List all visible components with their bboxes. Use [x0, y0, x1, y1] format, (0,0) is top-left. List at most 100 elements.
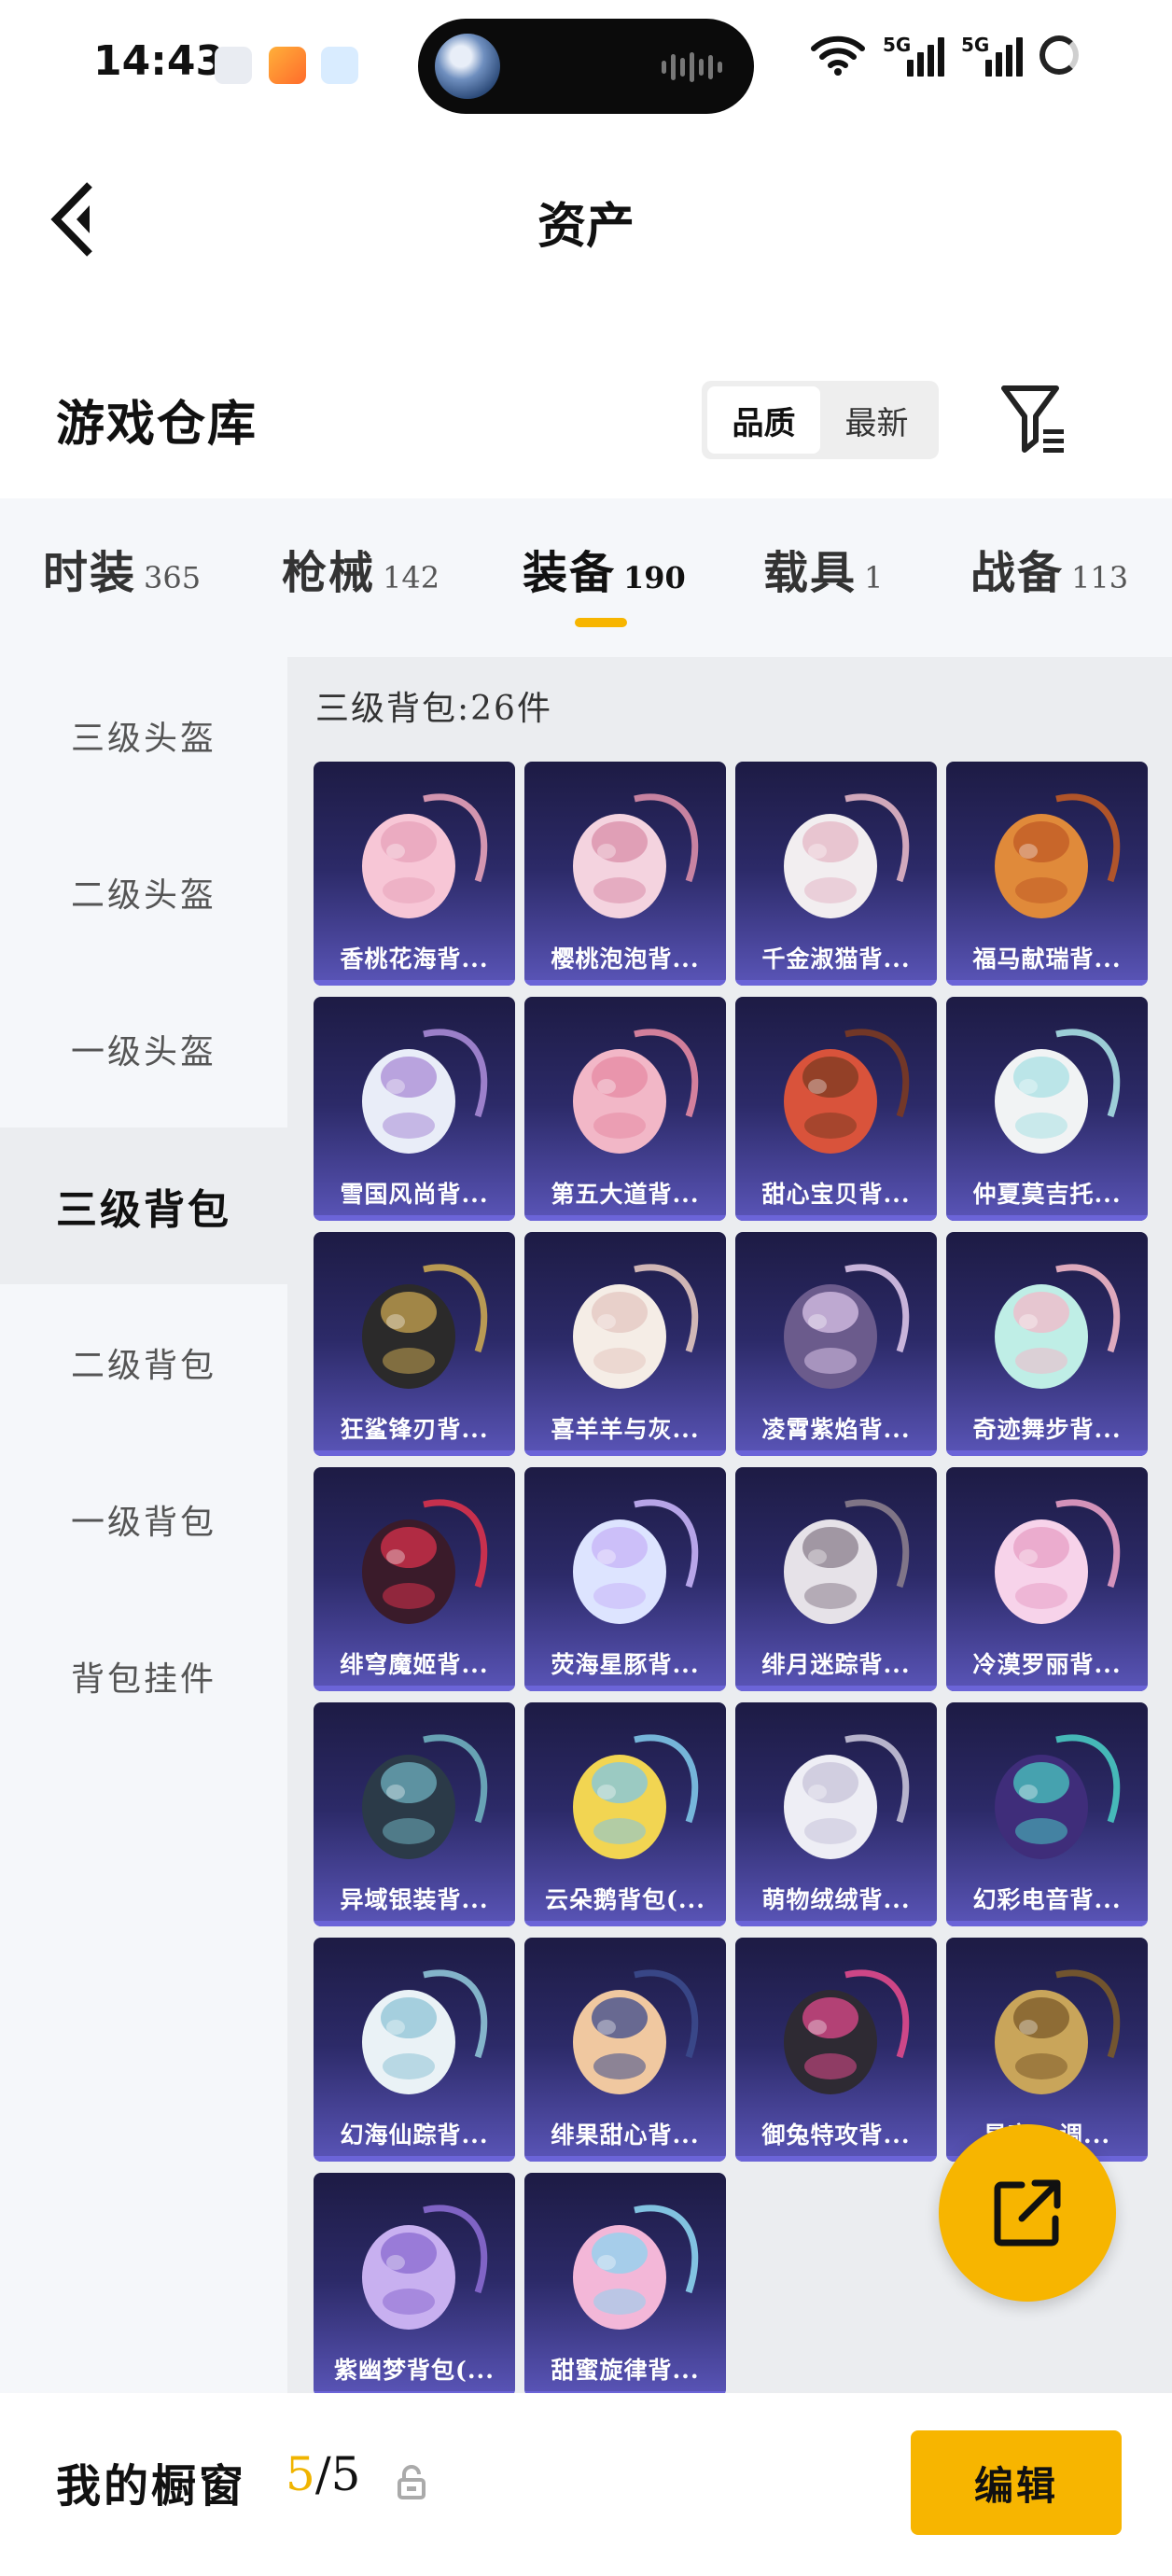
item-name: 奇迹舞步背... [972, 1416, 1122, 1443]
page-title: 资产 [537, 198, 635, 255]
item-card[interactable]: 异域银装背... [314, 1702, 515, 1926]
item-name: 绯月迷踪背... [761, 1651, 911, 1678]
sidebar-item-level1-backpack[interactable]: 一级背包 [0, 1441, 287, 1598]
item-card[interactable]: 冷漠罗丽背... [946, 1467, 1148, 1691]
item-card[interactable]: 第五大道背... [524, 997, 726, 1221]
item-name: 仲夏莫吉托... [972, 1181, 1122, 1208]
signal-5g-icon-2: 5G [961, 34, 1023, 77]
sidebar-item-backpack-pendant[interactable]: 背包挂件 [0, 1598, 287, 1755]
doll-backpack-icon [573, 1969, 699, 2094]
signal-5g-icon: 5G [883, 34, 944, 77]
sidebar-item-level3-backpack[interactable]: 三级背包 [0, 1127, 287, 1284]
purple-dream-backpack-icon [362, 2205, 488, 2330]
item-card[interactable]: 御兔特攻背... [735, 1938, 937, 2162]
item-name: 喜羊羊与灰... [551, 1416, 700, 1443]
plush-backpack-icon [784, 1734, 910, 1859]
tab-count: 365 [144, 560, 202, 595]
item-name: 萌物绒绒背... [761, 1886, 911, 1913]
item-card[interactable]: 甜心宝贝背... [735, 997, 937, 1221]
showcase-total: /5 [314, 2447, 361, 2501]
speaker-backpack-icon [995, 1734, 1121, 1859]
shark-backpack-icon [362, 1264, 488, 1389]
item-card[interactable]: 樱桃泡泡背... [524, 762, 726, 986]
item-card[interactable]: 绯果甜心背... [524, 1938, 726, 2162]
bunny-backpack-icon [784, 1499, 910, 1624]
edit-button[interactable]: 编辑 [911, 2430, 1122, 2535]
item-name: 云朵鹅背包(... [545, 1886, 705, 1913]
item-name: 绯穹魔姬背... [340, 1651, 489, 1678]
share-button[interactable] [939, 2124, 1116, 2302]
network-label-2: 5G [961, 34, 990, 56]
item-card[interactable]: 奇迹舞步背... [946, 1232, 1148, 1456]
status-bar: 14:43 5G 5G [0, 0, 1172, 131]
sort-toggle: 品质 最新 [702, 381, 939, 459]
penguin-backpack-icon [362, 1029, 488, 1154]
item-name: 甜蜜旋律背... [551, 2357, 700, 2384]
item-name: 荧海星豚背... [551, 1651, 700, 1678]
item-card[interactable]: 云朵鹅背包(... [524, 1702, 726, 1926]
horse-backpack-icon [995, 793, 1121, 918]
item-name: 第五大道背... [551, 1181, 700, 1208]
tab-weapons[interactable]: 枪械 142 [282, 536, 440, 601]
item-name: 樱桃泡泡背... [551, 945, 700, 973]
item-card[interactable]: 荧海星豚背... [524, 1467, 726, 1691]
tab-label: 枪械 [282, 547, 376, 599]
tab-label: 载具 [763, 547, 858, 599]
tab-equipment[interactable]: 装备 190 [523, 536, 686, 601]
active-tab-indicator [575, 618, 627, 627]
tab-battle-gear[interactable]: 战备 113 [970, 536, 1128, 601]
item-card[interactable]: 幻彩电音背... [946, 1702, 1148, 1926]
sheep-backpack-icon [573, 1264, 699, 1389]
item-card[interactable]: 凌霄紫焰背... [735, 1232, 937, 1456]
sidebar-item-level3-helmet[interactable]: 三级头盔 [0, 657, 287, 814]
tab-vehicles[interactable]: 载具 1 [763, 536, 883, 601]
item-card[interactable]: 千金淑猫背... [735, 762, 937, 986]
network-label-1: 5G [883, 34, 912, 56]
cake-backpack-icon [784, 1029, 910, 1154]
wifi-icon [811, 35, 865, 76]
sidebar-item-level2-backpack[interactable]: 二级背包 [0, 1284, 287, 1441]
item-card[interactable]: 绯月迷踪背... [735, 1467, 937, 1691]
dolphin-backpack-icon [573, 1499, 699, 1624]
mask-backpack-icon [784, 1969, 910, 2094]
item-card[interactable]: 喜羊羊与灰... [524, 1232, 726, 1456]
tab-label: 时装 [43, 547, 137, 599]
browser-notification-icon [321, 47, 358, 84]
item-name: 狂鲨锋刃背... [340, 1416, 489, 1443]
candy-backpack-icon [573, 2205, 699, 2330]
item-name: 异域银装背... [340, 1886, 489, 1913]
globe-icon [435, 34, 500, 99]
crystal-backpack-icon [362, 1969, 488, 2094]
sidebar-item-level1-helmet[interactable]: 一级头盔 [0, 971, 287, 1127]
item-card[interactable]: 紫幽梦背包(... [314, 2173, 515, 2397]
sidebar-item-level2-helmet[interactable]: 二级头盔 [0, 814, 287, 971]
tab-fashion[interactable]: 时装 365 [43, 536, 201, 601]
item-card[interactable]: 雪国风尚背... [314, 997, 515, 1221]
item-card[interactable]: 萌物绒绒背... [735, 1702, 937, 1926]
tab-label: 装备 [523, 547, 617, 599]
item-card[interactable]: 甜蜜旋律背... [524, 2173, 726, 2397]
pink-quilted-backpack-icon [573, 1029, 699, 1154]
item-card[interactable]: 绯穹魔姬背... [314, 1467, 515, 1691]
item-name: 御兔特攻背... [761, 2121, 911, 2149]
item-name: 冷漠罗丽背... [972, 1651, 1122, 1678]
showcase-count: 5/5 [286, 2447, 360, 2501]
item-card[interactable]: 福马献瑞背... [946, 762, 1148, 986]
white-backpack-icon [995, 1029, 1121, 1154]
filter-icon[interactable] [1000, 383, 1067, 457]
heart-backpack-icon [995, 1499, 1121, 1624]
tab-count: 190 [623, 560, 686, 595]
warehouse-title: 游戏仓库 [56, 396, 258, 453]
item-card[interactable]: 仲夏莫吉托... [946, 997, 1148, 1221]
share-external-icon [994, 2179, 1061, 2247]
item-card[interactable]: 狂鲨锋刃背... [314, 1232, 515, 1456]
item-card[interactable]: 香桃花海背... [314, 762, 515, 986]
sort-option-newest[interactable]: 最新 [820, 386, 933, 454]
sort-option-quality[interactable]: 品质 [707, 386, 820, 454]
lock-icon [398, 2465, 426, 2499]
item-card[interactable]: 幻海仙踪背... [314, 1938, 515, 2162]
item-name: 绯果甜心背... [551, 2121, 700, 2149]
dynamic-island[interactable] [418, 19, 754, 114]
gold-backpack-icon [995, 1969, 1121, 2094]
white-round-backpack-icon [784, 793, 910, 918]
